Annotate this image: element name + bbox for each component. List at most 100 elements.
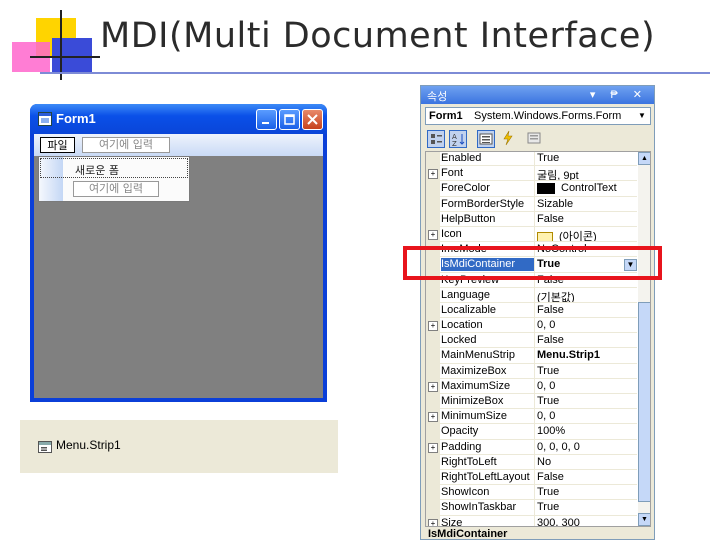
property-value[interactable]: 100% xyxy=(537,425,637,438)
property-row[interactable]: Localizable False xyxy=(426,302,637,319)
property-value[interactable]: Menu.Strip1 xyxy=(537,349,637,362)
property-value-text: 300, 300 xyxy=(537,516,580,527)
property-row[interactable]: + Padding 0, 0, 0, 0 xyxy=(426,439,637,455)
property-name: ShowIcon xyxy=(441,486,490,499)
property-row[interactable]: ShowIcon True xyxy=(426,485,637,501)
property-value[interactable]: True xyxy=(537,501,637,514)
property-value[interactable]: 굴림, 9pt xyxy=(537,167,637,180)
property-name: FormBorderStyle xyxy=(441,197,525,210)
expand-plus-icon[interactable]: + xyxy=(428,381,438,392)
property-value[interactable]: False xyxy=(537,334,637,347)
property-value-text: ControlText xyxy=(561,182,617,195)
property-row[interactable]: ForeColor ControlText xyxy=(426,181,637,197)
object-selector-dropdown[interactable]: Form1 System.Windows.Forms.Form ▼ xyxy=(425,107,651,125)
property-value[interactable]: True xyxy=(537,395,637,408)
property-row[interactable]: Locked False xyxy=(426,333,637,349)
maximize-button[interactable] xyxy=(279,109,300,130)
property-row[interactable]: + MaximumSize 0, 0 xyxy=(426,378,637,394)
form-title: Form1 xyxy=(56,111,96,126)
property-row[interactable]: Enabled True xyxy=(426,152,637,167)
property-row[interactable]: ShowInTaskbar True xyxy=(426,500,637,516)
component-menustrip1[interactable]: Menu.Strip1 xyxy=(56,438,121,452)
property-value[interactable]: False xyxy=(537,304,637,317)
property-row[interactable]: + Location 0, 0 xyxy=(426,318,637,334)
property-value[interactable]: 300, 300 xyxy=(537,516,637,527)
property-pages-button[interactable] xyxy=(525,130,543,148)
property-row[interactable]: MinimizeBox True xyxy=(426,394,637,410)
maximize-icon xyxy=(284,114,295,125)
property-row[interactable]: RightToLeftLayout False xyxy=(426,469,637,486)
property-value[interactable]: 0, 0, 0, 0 xyxy=(537,441,637,454)
expand-plus-icon[interactable]: + xyxy=(428,518,438,526)
property-value[interactable]: True xyxy=(537,365,637,378)
property-value-text: 0, 0 xyxy=(537,410,556,423)
property-value-text: False xyxy=(537,303,564,316)
property-row[interactable]: + Font 굴림, 9pt xyxy=(426,166,637,182)
property-value[interactable]: (기본값) xyxy=(537,289,637,302)
property-row[interactable]: HelpButton False xyxy=(426,211,637,227)
column-divider xyxy=(534,394,535,409)
property-value[interactable]: (아이콘) xyxy=(537,228,637,241)
alphabetical-button[interactable]: AZ xyxy=(449,130,467,148)
grid-scrollbar[interactable]: ▲ ▼ xyxy=(638,152,650,526)
property-row[interactable]: + Icon (아이콘) xyxy=(426,226,637,243)
property-value[interactable]: False xyxy=(537,471,637,484)
scroll-down-icon[interactable]: ▼ xyxy=(638,513,650,526)
column-divider xyxy=(534,454,535,469)
property-value[interactable]: ControlText xyxy=(537,182,637,195)
property-value[interactable]: True xyxy=(537,486,637,499)
property-value[interactable]: 0, 0 xyxy=(537,319,637,332)
properties-caption-buttons[interactable]: ▾ ₱ ✕ xyxy=(590,88,648,101)
menustrip-icon xyxy=(38,441,52,453)
property-value[interactable]: 0, 0 xyxy=(537,380,637,393)
expand-plus-icon[interactable]: + xyxy=(428,169,438,180)
column-divider xyxy=(534,211,535,226)
column-divider xyxy=(534,166,535,181)
property-name: MinimumSize xyxy=(441,410,508,423)
menu-type-here-box[interactable]: 여기에 입력 xyxy=(82,137,170,153)
title-underline xyxy=(40,72,710,74)
property-value[interactable]: No xyxy=(537,456,637,469)
categorized-button[interactable] xyxy=(427,130,445,148)
property-value[interactable]: True xyxy=(537,152,637,165)
property-value-text: False xyxy=(537,470,564,483)
scroll-thumb[interactable] xyxy=(638,302,650,502)
dropdown-type-here-box[interactable]: 여기에 입력 xyxy=(73,181,159,197)
minimize-button[interactable] xyxy=(256,109,277,130)
sort-alphabetical-icon: AZ xyxy=(452,133,465,148)
form-titlebar[interactable]: Form1 xyxy=(30,104,327,134)
property-row[interactable]: MaximizeBox True xyxy=(426,363,637,379)
property-name: MinimizeBox xyxy=(441,395,504,407)
menu-item-new-form[interactable]: 새로운 폼 xyxy=(40,158,188,178)
property-name: Language xyxy=(441,288,490,301)
property-value-text: Sizable xyxy=(537,197,574,210)
expand-plus-icon[interactable]: + xyxy=(428,442,438,453)
property-value[interactable]: Sizable xyxy=(537,198,637,211)
property-value[interactable]: False xyxy=(537,213,637,226)
property-name: ForeColor xyxy=(441,182,490,195)
expand-plus-icon[interactable]: + xyxy=(428,321,438,332)
menu-file[interactable]: 파일 xyxy=(40,137,75,153)
property-row[interactable]: + MinimumSize 0, 0 xyxy=(426,409,637,425)
property-row[interactable]: RightToLeft No xyxy=(426,454,637,470)
form-menubar: 파일 여기에 입력 xyxy=(34,134,323,156)
property-row[interactable]: MainMenuStrip Menu.Strip1 xyxy=(426,348,637,364)
properties-view-button[interactable] xyxy=(477,130,495,148)
property-row[interactable]: + Size 300, 300 xyxy=(426,515,637,527)
property-row[interactable]: Opacity 100% xyxy=(426,424,637,440)
property-value[interactable]: 0, 0 xyxy=(537,410,637,423)
property-value-text: True xyxy=(537,152,560,164)
selected-object-name: Form1 xyxy=(429,110,463,122)
property-value-text: True xyxy=(537,395,560,407)
property-rows: Enabled True + Font 굴림, 9pt ForeColor ControlT… xyxy=(426,152,637,527)
close-icon xyxy=(307,114,318,125)
property-value-text: (기본값) xyxy=(537,291,575,302)
scroll-up-icon[interactable]: ▲ xyxy=(638,152,650,165)
events-button[interactable] xyxy=(499,130,517,148)
close-button[interactable] xyxy=(302,109,323,130)
expand-plus-icon[interactable]: + xyxy=(428,229,438,240)
property-row[interactable]: Language (기본값) xyxy=(426,287,637,303)
property-value-text: True xyxy=(537,364,560,377)
property-row[interactable]: FormBorderStyle Sizable xyxy=(426,196,637,212)
expand-plus-icon[interactable]: + xyxy=(428,412,438,423)
